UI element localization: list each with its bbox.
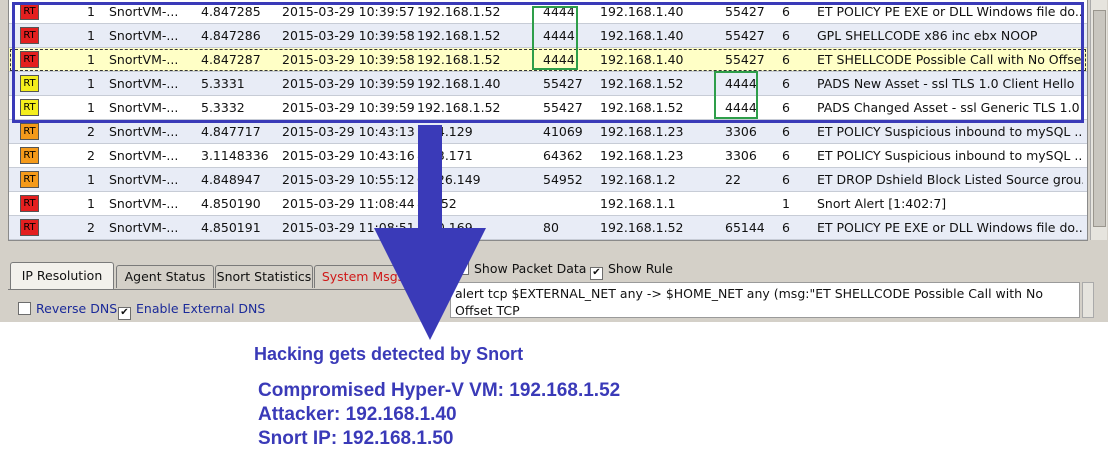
caption-line: Snort IP: 192.168.1.50 (258, 428, 454, 449)
caption-line: Attacker: 192.168.1.40 (258, 404, 457, 425)
caption-title: Hacking gets detected by Snort (254, 344, 524, 364)
caption-line: Compromised Hyper-V VM: 192.168.1.52 (258, 380, 621, 401)
